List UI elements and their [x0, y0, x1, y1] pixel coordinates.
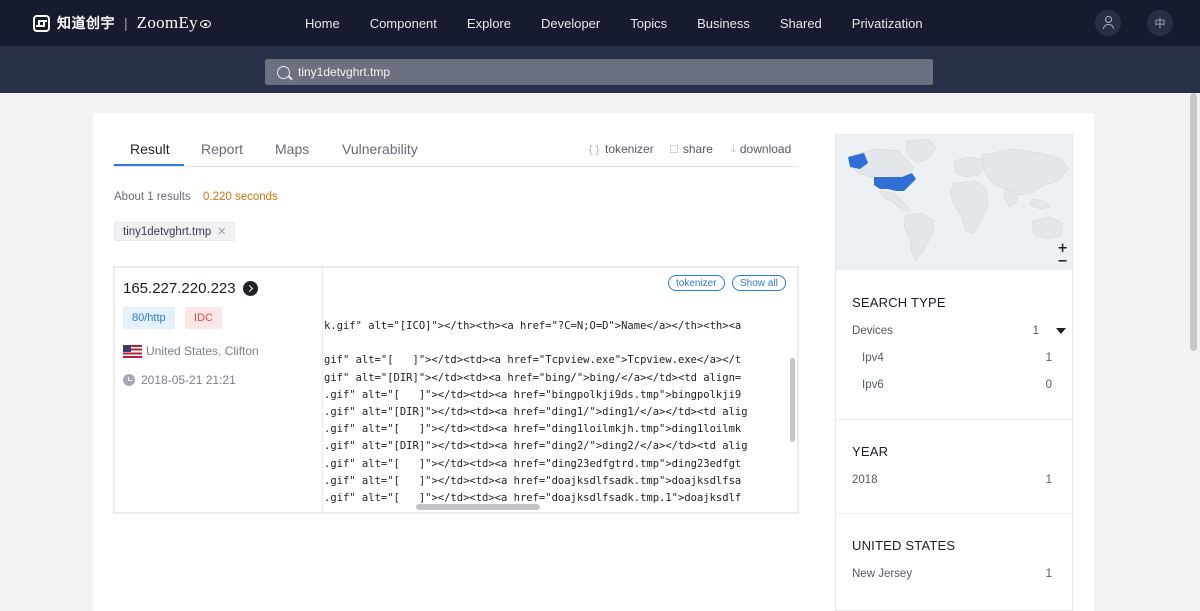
country-title: UNITED STATES: [852, 538, 956, 553]
banner-code-line: .gif" alt="[ ]"></td><td><a href="bingpo…: [324, 388, 742, 401]
banner-code-line: .gif" alt="[DIR]"></td><td><a href="ding…: [324, 440, 748, 453]
banner-code-line: [324, 335, 748, 352]
clock-icon: [123, 374, 135, 386]
facet-count: 1: [1045, 352, 1052, 364]
banner-code-line: gif" alt="[DIR]"></td><td><a href="bing/…: [324, 371, 742, 384]
tab-maps[interactable]: Maps: [275, 141, 309, 157]
location-text[interactable]: United States, Clifton: [146, 344, 259, 358]
year-title: YEAR: [852, 444, 889, 459]
main-nav: Home Component Explore Developer Topics …: [305, 0, 953, 46]
search-type-section: SEARCH TYPE Devices 1 Ipv4 1 Ipv6 0: [836, 271, 1072, 419]
year-section: YEAR 2018 1: [836, 419, 1072, 513]
facet-label: Ipv6: [862, 379, 884, 391]
tokenizer-button[interactable]: {} tokenizer: [587, 142, 654, 156]
user-icon-body: [1102, 24, 1114, 29]
search-input[interactable]: [298, 65, 898, 79]
result-date: 2018-05-21 21:21: [123, 373, 236, 387]
banner-code-line: .gif" alt="[ ]"></td><td><a href="ding23…: [324, 457, 742, 470]
brand-separator: |: [124, 15, 128, 31]
results-count: About 1 results: [114, 191, 191, 203]
banner-viewer[interactable]: tokenizer Show all k.gif" alt="[ICO]"></…: [324, 268, 797, 512]
show-all-pill[interactable]: Show all: [732, 275, 786, 291]
facet-count: 1: [1045, 474, 1052, 486]
country-section: UNITED STATES New Jersey 1: [836, 513, 1072, 611]
results-time: 0.220 seconds: [203, 191, 278, 203]
download-label: download: [739, 142, 792, 156]
chevron-right-icon[interactable]: [242, 281, 258, 296]
nav-developer[interactable]: Developer: [541, 16, 600, 31]
date-text: 2018-05-21 21:21: [141, 373, 236, 387]
facet-row-new-jersey[interactable]: New Jersey 1: [852, 568, 1052, 580]
nav-privatization[interactable]: Privatization: [852, 16, 923, 31]
share-label: share: [682, 142, 713, 156]
user-icon[interactable]: [1095, 10, 1121, 36]
search-band: [0, 46, 1200, 93]
facet-row-devices[interactable]: Devices 1: [852, 325, 1066, 337]
nav-component[interactable]: Component: [370, 16, 437, 31]
facet-count: 1: [1032, 325, 1039, 337]
banner-code-line: .gif" alt="[ ]"></td><td><a href="doajks…: [324, 474, 742, 487]
nav-shared[interactable]: Shared: [780, 16, 822, 31]
active-tab-indicator: [114, 164, 184, 166]
facet-row-ipv6[interactable]: Ipv6 0: [862, 379, 1052, 391]
type-badge[interactable]: IDC: [185, 307, 222, 329]
language-switch-button[interactable]: 中: [1147, 10, 1173, 36]
tab-result[interactable]: Result: [130, 141, 170, 157]
filter-chip-label: tiny1detvghrt.tmp: [123, 225, 212, 238]
facet-row-ipv4[interactable]: Ipv4 1: [862, 352, 1052, 364]
map-zoom-out-button[interactable]: −: [1057, 254, 1068, 269]
search-box[interactable]: [265, 59, 933, 85]
tab-report[interactable]: Report: [201, 141, 243, 157]
facet-sidebar: + − SEARCH TYPE Devices 1 Ipv4 1 Ipv6 0 …: [835, 134, 1073, 611]
search-icon: [277, 65, 290, 79]
world-map-svg: [836, 135, 1072, 270]
page-scrollbar[interactable]: [1190, 93, 1197, 351]
nav-explore[interactable]: Explore: [467, 16, 511, 31]
banner-code-line: k.gif" alt="[ICO]"></th><th><a href="?C=…: [324, 320, 742, 332]
ip-address[interactable]: 165.227.220.223: [123, 280, 236, 297]
result-ip[interactable]: 165.227.220.223: [123, 280, 258, 297]
download-button[interactable]: ⤓ download: [731, 142, 791, 156]
share-icon: ☐: [669, 142, 679, 156]
banner-code: k.gif" alt="[ICO]"></th><th><a href="?C=…: [324, 318, 748, 507]
us-flag-icon: [123, 344, 142, 358]
banner-code-line: gif" alt="[ ]"></td><td><a href="Tcpview…: [324, 354, 742, 367]
result-card: 165.227.220.223 80/http IDC United State…: [113, 266, 799, 514]
filter-chip: tiny1detvghrt.tmp ✕: [114, 222, 236, 241]
download-icon: ⤓: [731, 142, 736, 155]
nav-home[interactable]: Home: [305, 16, 340, 31]
brand-name-en: ZoomEy: [136, 13, 198, 32]
braces-icon: {}: [587, 142, 601, 156]
facet-label: 2018: [852, 474, 878, 486]
logo-mark-icon: [33, 14, 50, 32]
world-map[interactable]: + −: [836, 135, 1072, 270]
banner-code-line: .gif" alt="[ ]"></td><td><a href="ding1l…: [324, 423, 742, 436]
eye-icon: [199, 20, 211, 28]
result-summary: 165.227.220.223 80/http IDC United State…: [115, 268, 323, 512]
tokenizer-label: tokenizer: [605, 142, 654, 156]
facet-count: 1: [1045, 568, 1052, 580]
facet-count: 0: [1045, 379, 1052, 391]
tokenizer-pill[interactable]: tokenizer: [668, 275, 725, 291]
share-button[interactable]: ☐ share: [669, 142, 713, 156]
result-location: United States, Clifton: [123, 344, 259, 358]
facet-label: Devices: [852, 325, 893, 337]
nav-business[interactable]: Business: [697, 16, 750, 31]
facet-row-2018[interactable]: 2018 1: [852, 474, 1052, 486]
facet-label: Ipv4: [862, 352, 884, 364]
brand-logo[interactable]: 知道创宇 | ZoomEy: [33, 13, 211, 33]
vertical-scrollbar[interactable]: [790, 358, 795, 442]
top-nav-bar: 知道创宇 | ZoomEy Home Component Explore Dev…: [0, 0, 1200, 46]
caret-down-icon[interactable]: [1056, 328, 1066, 334]
port-badge[interactable]: 80/http: [123, 307, 175, 329]
facet-label: New Jersey: [852, 568, 913, 580]
brand-name-cn: 知道创宇: [57, 16, 115, 32]
horizontal-scrollbar[interactable]: [416, 504, 540, 510]
search-type-title: SEARCH TYPE: [852, 295, 946, 310]
banner-code-line: .gif" alt="[DIR]"></td><td><a href="ding…: [324, 405, 748, 418]
nav-topics[interactable]: Topics: [630, 16, 667, 31]
user-icon-head: [1104, 16, 1112, 23]
close-icon[interactable]: ✕: [217, 225, 226, 238]
tab-vulnerability[interactable]: Vulnerability: [342, 141, 418, 157]
